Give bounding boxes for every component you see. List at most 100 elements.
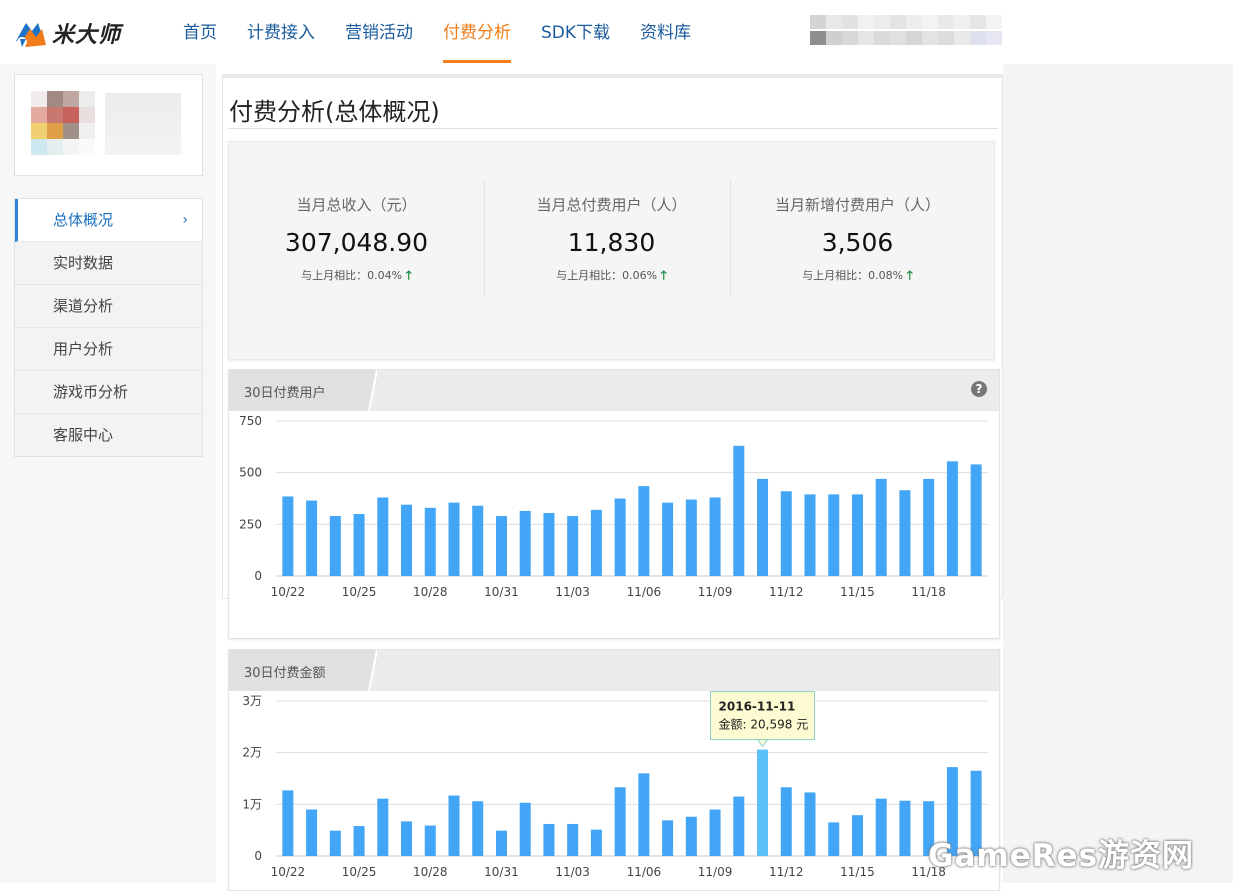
stat-value: 11,830	[567, 228, 656, 257]
bar[interactable]	[401, 504, 413, 576]
sidebar-item-overview[interactable]: 总体概况 ›	[15, 199, 202, 242]
help-icon[interactable]: ?	[971, 381, 987, 397]
x-tick-label: 11/06	[627, 865, 662, 879]
x-tick-label: 11/03	[555, 585, 590, 599]
bar[interactable]	[709, 497, 721, 576]
bar[interactable]	[306, 500, 318, 576]
bar[interactable]	[567, 516, 579, 576]
bar[interactable]	[614, 787, 626, 856]
sidebar-menu: 总体概况 › 实时数据 渠道分析 用户分析 游戏币分析 客服中心	[14, 198, 203, 457]
tooltip-date: 2016-11-11	[719, 700, 796, 714]
bar[interactable]	[543, 823, 555, 856]
bar[interactable]	[472, 801, 484, 856]
left-sidebar: 总体概况 › 实时数据 渠道分析 用户分析 游戏币分析 客服中心	[14, 74, 203, 457]
x-tick-label: 11/12	[769, 585, 804, 599]
nav-library[interactable]: 资料库	[625, 0, 706, 64]
sidebar-item-game-currency[interactable]: 游戏币分析	[15, 371, 202, 414]
brand-logo[interactable]: 米大师	[12, 14, 121, 52]
bar[interactable]	[282, 790, 294, 856]
bar[interactable]	[401, 821, 413, 856]
bar[interactable]	[899, 490, 911, 576]
bar[interactable]	[353, 514, 365, 576]
bar[interactable]	[851, 494, 863, 576]
bar[interactable]	[329, 516, 341, 576]
bar[interactable]	[804, 494, 816, 576]
bar[interactable]	[709, 809, 721, 857]
x-tick-label: 11/09	[698, 585, 733, 599]
x-tick-label: 11/15	[840, 585, 875, 599]
stat-label: 当月总收入（元）	[296, 196, 417, 214]
chart-payment-amount: 0 1万 2万 3万 10/22 10/25 10/28 10/31 11/03 11/06 11/…	[242, 691, 988, 879]
app-avatar	[31, 91, 95, 155]
bar[interactable]	[685, 816, 697, 856]
bar[interactable]	[780, 787, 792, 856]
bar[interactable]	[970, 464, 982, 576]
sidebar-item-channel[interactable]: 渠道分析	[15, 285, 202, 328]
bar[interactable]	[638, 486, 650, 576]
sidebar-item-users[interactable]: 用户分析	[15, 328, 202, 371]
x-tick-label: 11/15	[840, 865, 875, 879]
bar[interactable]	[946, 461, 958, 576]
bar[interactable]	[519, 510, 531, 576]
bar[interactable]	[495, 830, 507, 856]
bar[interactable]	[377, 497, 389, 576]
bar[interactable]	[567, 823, 579, 856]
bar[interactable]	[804, 792, 816, 856]
nav-billing-integration[interactable]: 计费接入	[232, 0, 330, 64]
x-tick-label: 10/25	[342, 585, 377, 599]
y-tick-label: 2万	[242, 746, 262, 760]
stat-compare: 与上月相比：0.06% 🡑	[484, 266, 739, 287]
bar[interactable]	[590, 829, 602, 856]
bar[interactable]	[638, 773, 650, 856]
bar[interactable]	[733, 796, 745, 856]
sidebar-item-customer-service[interactable]: 客服中心	[15, 414, 202, 456]
bar[interactable]	[424, 825, 436, 856]
nav-sdk-download[interactable]: SDK下载	[526, 0, 625, 64]
nav-home[interactable]: 首页	[168, 0, 232, 64]
bar[interactable]	[282, 496, 294, 576]
bar[interactable]	[306, 809, 318, 857]
bar[interactable]	[353, 826, 365, 856]
bar[interactable]	[733, 445, 745, 576]
main-nav: 首页 计费接入 营销活动 付费分析 SDK下载 资料库	[168, 0, 706, 64]
bar[interactable]	[519, 802, 531, 856]
bar[interactable]	[875, 478, 887, 576]
bar[interactable]	[472, 505, 484, 576]
bar[interactable]	[923, 478, 935, 576]
bar[interactable]	[780, 491, 792, 576]
y-tick-label: 250	[239, 517, 262, 531]
bar[interactable]	[543, 512, 555, 576]
bar[interactable]	[851, 815, 863, 856]
bar[interactable]	[377, 798, 389, 856]
x-tick-label: 10/31	[484, 585, 519, 599]
stat-compare: 与上月相比：0.04% 🡑	[229, 266, 484, 287]
bar[interactable]	[448, 502, 460, 576]
bar[interactable]	[828, 822, 840, 856]
bar[interactable]	[590, 509, 602, 576]
watermark: GameRes游资网	[928, 838, 1195, 874]
bar[interactable]	[899, 800, 911, 856]
bar[interactable]	[828, 494, 840, 576]
bar[interactable]	[448, 795, 460, 856]
bar[interactable]	[757, 478, 769, 576]
chart-card-paying-users: 30日付费用户 ? 0 250 500 750 10/22 10/25 10/28 10/31…	[228, 369, 1000, 639]
chart-header: 30日付费用户 ?	[229, 370, 999, 411]
bar[interactable]	[424, 507, 436, 576]
stat-compare-text: 与上月相比：0.06%	[556, 269, 658, 282]
tooltip-value: 金额: 20,598 元	[719, 717, 809, 732]
bar[interactable]	[662, 502, 674, 576]
stat-value: 3,506	[821, 228, 894, 257]
bar[interactable]	[495, 516, 507, 576]
bar[interactable]	[757, 749, 769, 856]
nav-marketing[interactable]: 营销活动	[330, 0, 428, 64]
x-tick-label: 10/28	[413, 865, 448, 879]
bar[interactable]	[662, 820, 674, 856]
bar[interactable]	[685, 499, 697, 576]
sidebar-item-realtime[interactable]: 实时数据	[15, 242, 202, 285]
y-tick-label: 750	[239, 414, 262, 428]
bar[interactable]	[329, 830, 341, 856]
nav-payment-analysis[interactable]: 付费分析	[428, 0, 526, 64]
sidebar-item-label: 游戏币分析	[53, 383, 129, 401]
bar[interactable]	[875, 798, 887, 856]
bar[interactable]	[614, 498, 626, 577]
